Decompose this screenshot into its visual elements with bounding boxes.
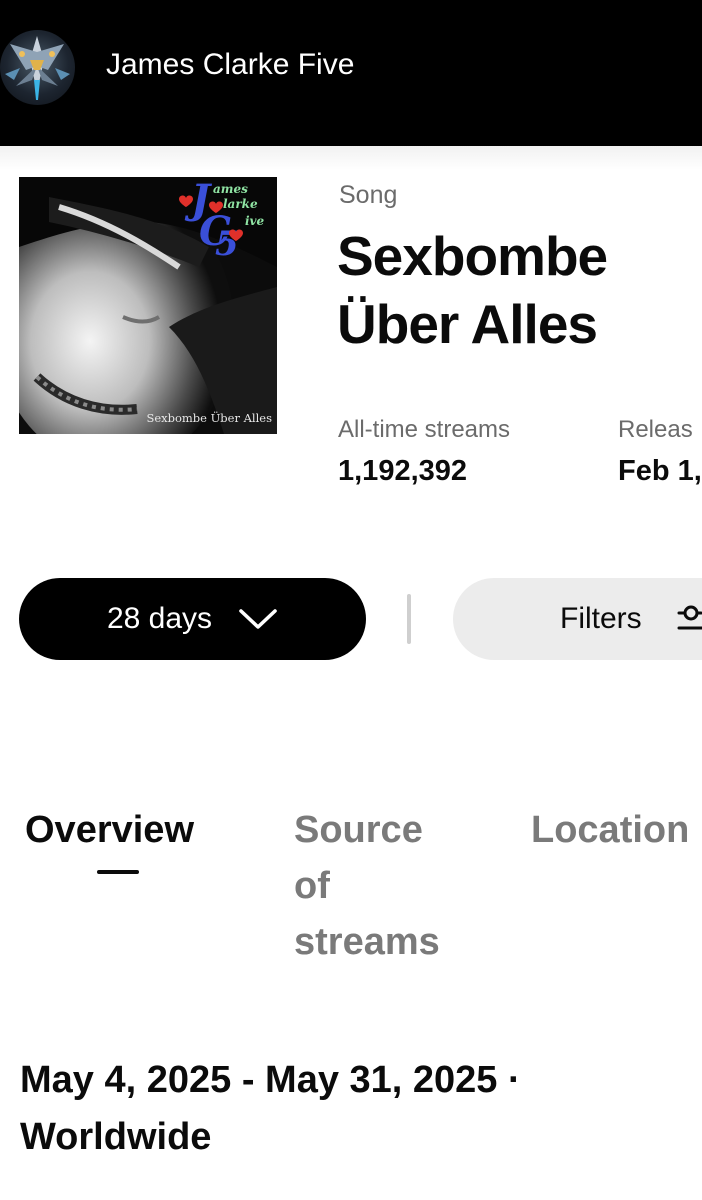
artist-avatar[interactable] <box>0 30 75 105</box>
cover-caption: Sexbombe Über Alles <box>146 411 272 425</box>
song-title: Sexbombe Über Alles <box>337 225 608 355</box>
logo-line-3: ive <box>245 214 265 228</box>
release-date-value: Feb 1, <box>618 455 702 487</box>
date-range-label: 28 days <box>106 602 213 635</box>
header-divider <box>0 146 702 170</box>
tab-source-of-streams[interactable]: Source of streams <box>294 802 469 970</box>
date-range-dropdown[interactable]: 28 days <box>19 578 366 660</box>
song-kind-label: Song <box>339 181 398 209</box>
cover-art: J C 5 ames larke ive Sexbombe Über Alles <box>19 177 277 434</box>
logo-line-2: larke <box>223 197 258 211</box>
date-range-heading: May 4, 2025 - May 31, 2025 · Worldwide <box>20 1059 521 1158</box>
tab-location[interactable]: Location <box>531 802 689 858</box>
release-date-label: Releas <box>618 416 693 443</box>
artist-name[interactable]: James Clarke Five <box>106 48 354 82</box>
svg-text:5: 5 <box>215 224 239 264</box>
sliders-icon <box>677 605 702 630</box>
spaceship-icon <box>5 36 70 100</box>
all-time-streams-label: All-time streams <box>338 416 511 443</box>
logo-line-1: ames <box>213 182 248 196</box>
active-tab-indicator <box>97 870 139 874</box>
tab-overview[interactable]: Overview <box>25 802 194 858</box>
top-bar: James Clarke Five <box>0 0 702 146</box>
filters-button[interactable]: Filters <box>453 578 702 660</box>
chevron-down-icon <box>239 609 277 629</box>
song-stats-page: James Clarke Five J C 5 ames larke ive S… <box>0 0 702 1200</box>
filters-label: Filters <box>560 602 642 635</box>
all-time-streams-value: 1,192,392 <box>338 455 468 487</box>
controls-divider <box>407 594 411 644</box>
